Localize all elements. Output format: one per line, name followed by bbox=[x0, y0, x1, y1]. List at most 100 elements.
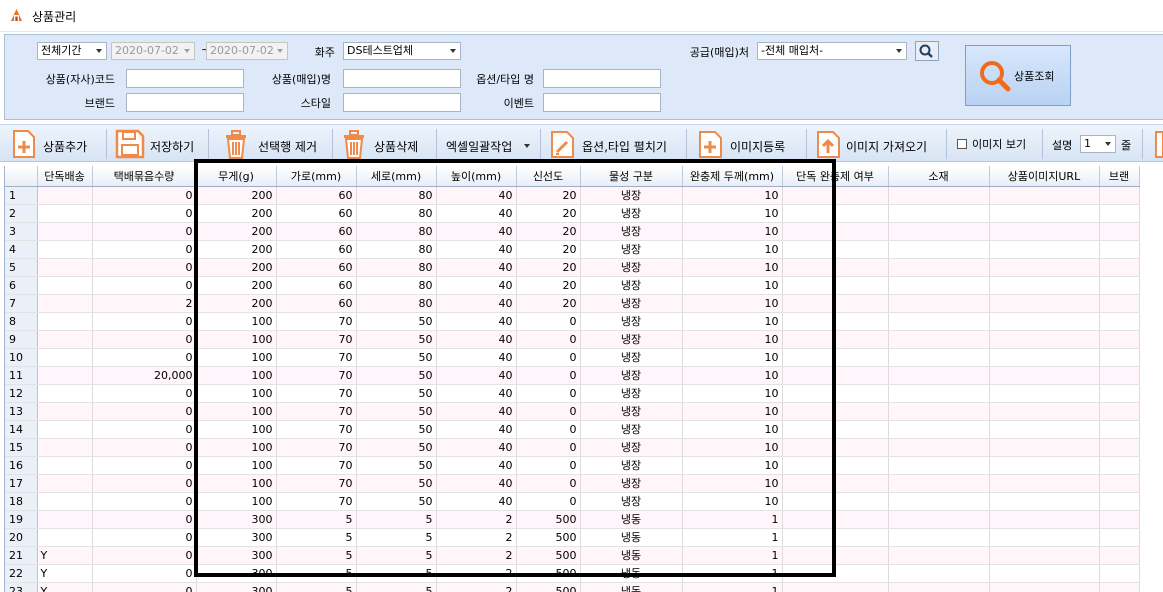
table-cell[interactable]: 10 bbox=[682, 438, 783, 457]
table-cell[interactable] bbox=[888, 474, 990, 493]
table-cell[interactable] bbox=[888, 456, 990, 475]
table-cell[interactable]: 0 bbox=[92, 384, 197, 403]
table-cell[interactable] bbox=[1099, 420, 1140, 439]
table-cell[interactable] bbox=[989, 492, 1100, 511]
table-cell[interactable]: 200 bbox=[196, 204, 277, 223]
supplier-select[interactable]: -전체 매입처- bbox=[757, 42, 907, 60]
row-number-cell[interactable]: 23 bbox=[5, 582, 38, 592]
table-cell[interactable]: 10 bbox=[682, 294, 783, 313]
table-cell[interactable] bbox=[782, 420, 889, 439]
table-cell[interactable] bbox=[1099, 510, 1140, 529]
table-cell[interactable]: 20 bbox=[516, 276, 581, 295]
table-cell[interactable]: 0 bbox=[516, 348, 581, 367]
table-cell[interactable] bbox=[782, 348, 889, 367]
table-cell[interactable]: 200 bbox=[196, 222, 277, 241]
table-cell[interactable]: 80 bbox=[356, 258, 437, 277]
table-cell[interactable]: 0 bbox=[516, 474, 581, 493]
table-row[interactable]: 23 Y 0 300 5 5 2 500 냉동 1 bbox=[5, 582, 1140, 592]
table-cell[interactable]: 0 bbox=[516, 312, 581, 331]
table-cell[interactable] bbox=[782, 564, 889, 583]
table-cell[interactable]: 80 bbox=[356, 204, 437, 223]
table-cell[interactable]: 60 bbox=[276, 294, 357, 313]
table-cell[interactable] bbox=[782, 402, 889, 421]
table-cell[interactable]: 5 bbox=[356, 582, 437, 592]
table-cell[interactable]: 10 bbox=[682, 402, 783, 421]
table-cell[interactable]: 0 bbox=[92, 330, 197, 349]
table-row[interactable]: 6 0 200 60 80 40 20 냉장 10 bbox=[5, 276, 1140, 295]
table-cell[interactable]: 냉장 bbox=[580, 384, 683, 403]
table-cell[interactable] bbox=[1099, 474, 1140, 493]
table-cell[interactable]: Y bbox=[37, 582, 93, 592]
table-cell[interactable]: 300 bbox=[196, 510, 277, 529]
table-cell[interactable] bbox=[782, 294, 889, 313]
table-cell[interactable]: 5 bbox=[276, 582, 357, 592]
table-cell[interactable]: 5 bbox=[356, 510, 437, 529]
column-header[interactable]: 물성 구분 bbox=[580, 166, 683, 187]
table-cell[interactable]: 냉장 bbox=[580, 492, 683, 511]
table-cell[interactable] bbox=[782, 366, 889, 385]
row-number-cell[interactable]: 18 bbox=[5, 492, 38, 511]
table-cell[interactable] bbox=[1099, 222, 1140, 241]
table-cell[interactable]: 100 bbox=[196, 312, 277, 331]
table-cell[interactable]: 0 bbox=[92, 402, 197, 421]
table-cell[interactable]: 0 bbox=[92, 582, 197, 592]
table-cell[interactable]: 0 bbox=[516, 438, 581, 457]
table-cell[interactable]: 60 bbox=[276, 204, 357, 223]
table-cell[interactable] bbox=[1099, 330, 1140, 349]
table-cell[interactable]: 70 bbox=[276, 438, 357, 457]
table-cell[interactable] bbox=[888, 312, 990, 331]
row-number-cell[interactable]: 20 bbox=[5, 528, 38, 547]
table-cell[interactable]: 40 bbox=[436, 420, 517, 439]
table-cell[interactable]: 5 bbox=[276, 528, 357, 547]
table-cell[interactable]: 2 bbox=[92, 294, 197, 313]
table-cell[interactable] bbox=[782, 510, 889, 529]
table-cell[interactable]: 80 bbox=[356, 294, 437, 313]
table-cell[interactable]: 냉동 bbox=[580, 528, 683, 547]
table-cell[interactable]: 70 bbox=[276, 456, 357, 475]
option-input[interactable] bbox=[543, 69, 661, 88]
table-cell[interactable] bbox=[888, 510, 990, 529]
table-row[interactable]: 11 20,000 100 70 50 40 0 냉장 10 bbox=[5, 366, 1140, 385]
table-cell[interactable] bbox=[989, 240, 1100, 259]
table-cell[interactable] bbox=[888, 438, 990, 457]
table-cell[interactable]: 1 bbox=[682, 582, 783, 592]
table-cell[interactable] bbox=[37, 456, 93, 475]
row-number-cell[interactable]: 1 bbox=[5, 186, 38, 205]
table-cell[interactable]: 0 bbox=[92, 276, 197, 295]
table-cell[interactable]: 10 bbox=[682, 456, 783, 475]
table-cell[interactable]: 냉장 bbox=[580, 204, 683, 223]
column-header[interactable]: 세로(mm) bbox=[356, 166, 437, 187]
table-cell[interactable]: 500 bbox=[516, 546, 581, 565]
table-cell[interactable] bbox=[888, 420, 990, 439]
add-product-button[interactable]: 상품추가 bbox=[8, 127, 104, 161]
table-cell[interactable]: 냉장 bbox=[580, 186, 683, 205]
table-cell[interactable] bbox=[989, 420, 1100, 439]
table-cell[interactable] bbox=[989, 294, 1100, 313]
table-row[interactable]: 5 0 200 60 80 40 20 냉장 10 bbox=[5, 258, 1140, 277]
table-cell[interactable]: 0 bbox=[92, 348, 197, 367]
table-row[interactable]: 13 0 100 70 50 40 0 냉장 10 bbox=[5, 402, 1140, 421]
table-cell[interactable]: 1 bbox=[682, 510, 783, 529]
table-cell[interactable]: 5 bbox=[356, 546, 437, 565]
table-row[interactable]: 18 0 100 70 50 40 0 냉장 10 bbox=[5, 492, 1140, 511]
table-cell[interactable]: 0 bbox=[516, 456, 581, 475]
table-cell[interactable]: 2 bbox=[436, 582, 517, 592]
table-cell[interactable] bbox=[782, 186, 889, 205]
column-header[interactable]: 브랜 bbox=[1099, 166, 1140, 187]
row-number-cell[interactable]: 22 bbox=[5, 564, 38, 583]
table-cell[interactable]: 2 bbox=[436, 528, 517, 547]
table-row[interactable]: 4 0 200 60 80 40 20 냉장 10 bbox=[5, 240, 1140, 259]
row-number-cell[interactable]: 7 bbox=[5, 294, 38, 313]
table-cell[interactable]: 20 bbox=[516, 186, 581, 205]
table-cell[interactable] bbox=[888, 384, 990, 403]
table-cell[interactable]: 10 bbox=[682, 348, 783, 367]
table-cell[interactable]: 10 bbox=[682, 420, 783, 439]
table-cell[interactable] bbox=[888, 186, 990, 205]
table-cell[interactable]: 0 bbox=[92, 510, 197, 529]
table-cell[interactable]: 60 bbox=[276, 258, 357, 277]
table-row[interactable]: 9 0 100 70 50 40 0 냉장 10 bbox=[5, 330, 1140, 349]
table-cell[interactable] bbox=[1099, 564, 1140, 583]
table-cell[interactable]: 0 bbox=[92, 438, 197, 457]
table-cell[interactable] bbox=[1099, 258, 1140, 277]
table-cell[interactable] bbox=[37, 420, 93, 439]
